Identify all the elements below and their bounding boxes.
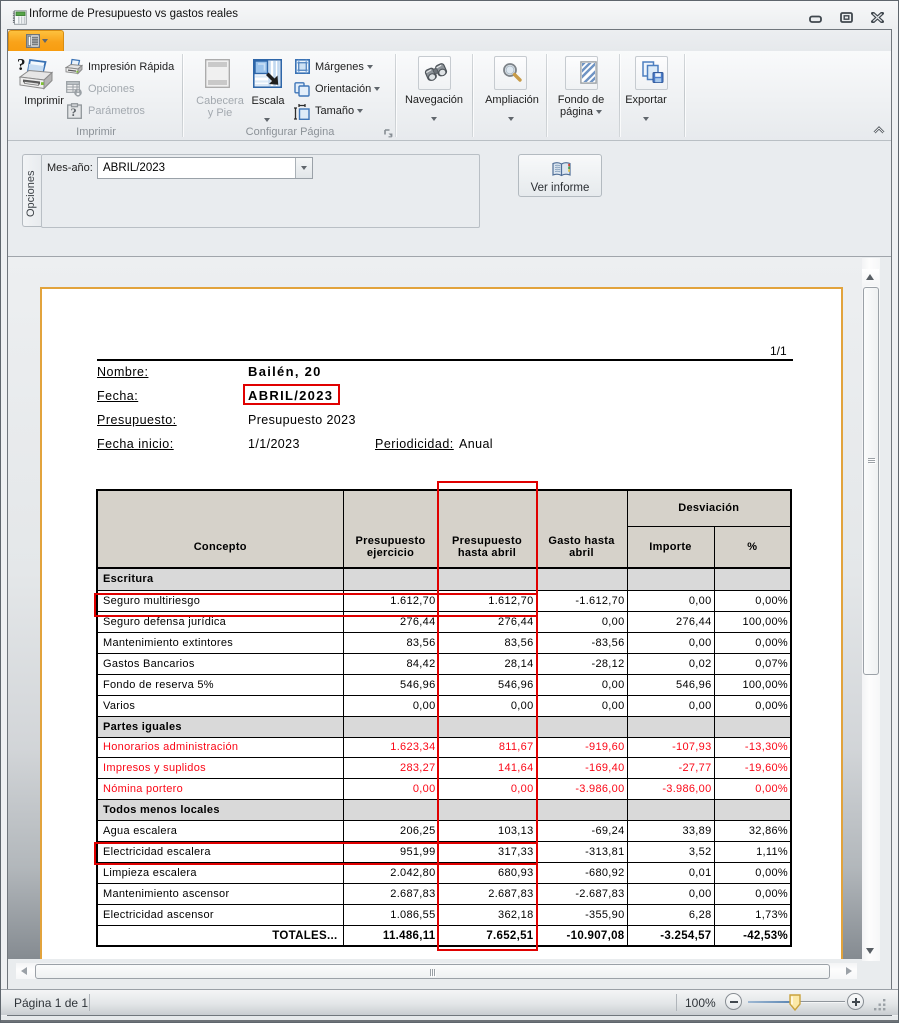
svg-text:?: ?	[17, 56, 26, 74]
svg-text:?: ?	[71, 105, 77, 119]
